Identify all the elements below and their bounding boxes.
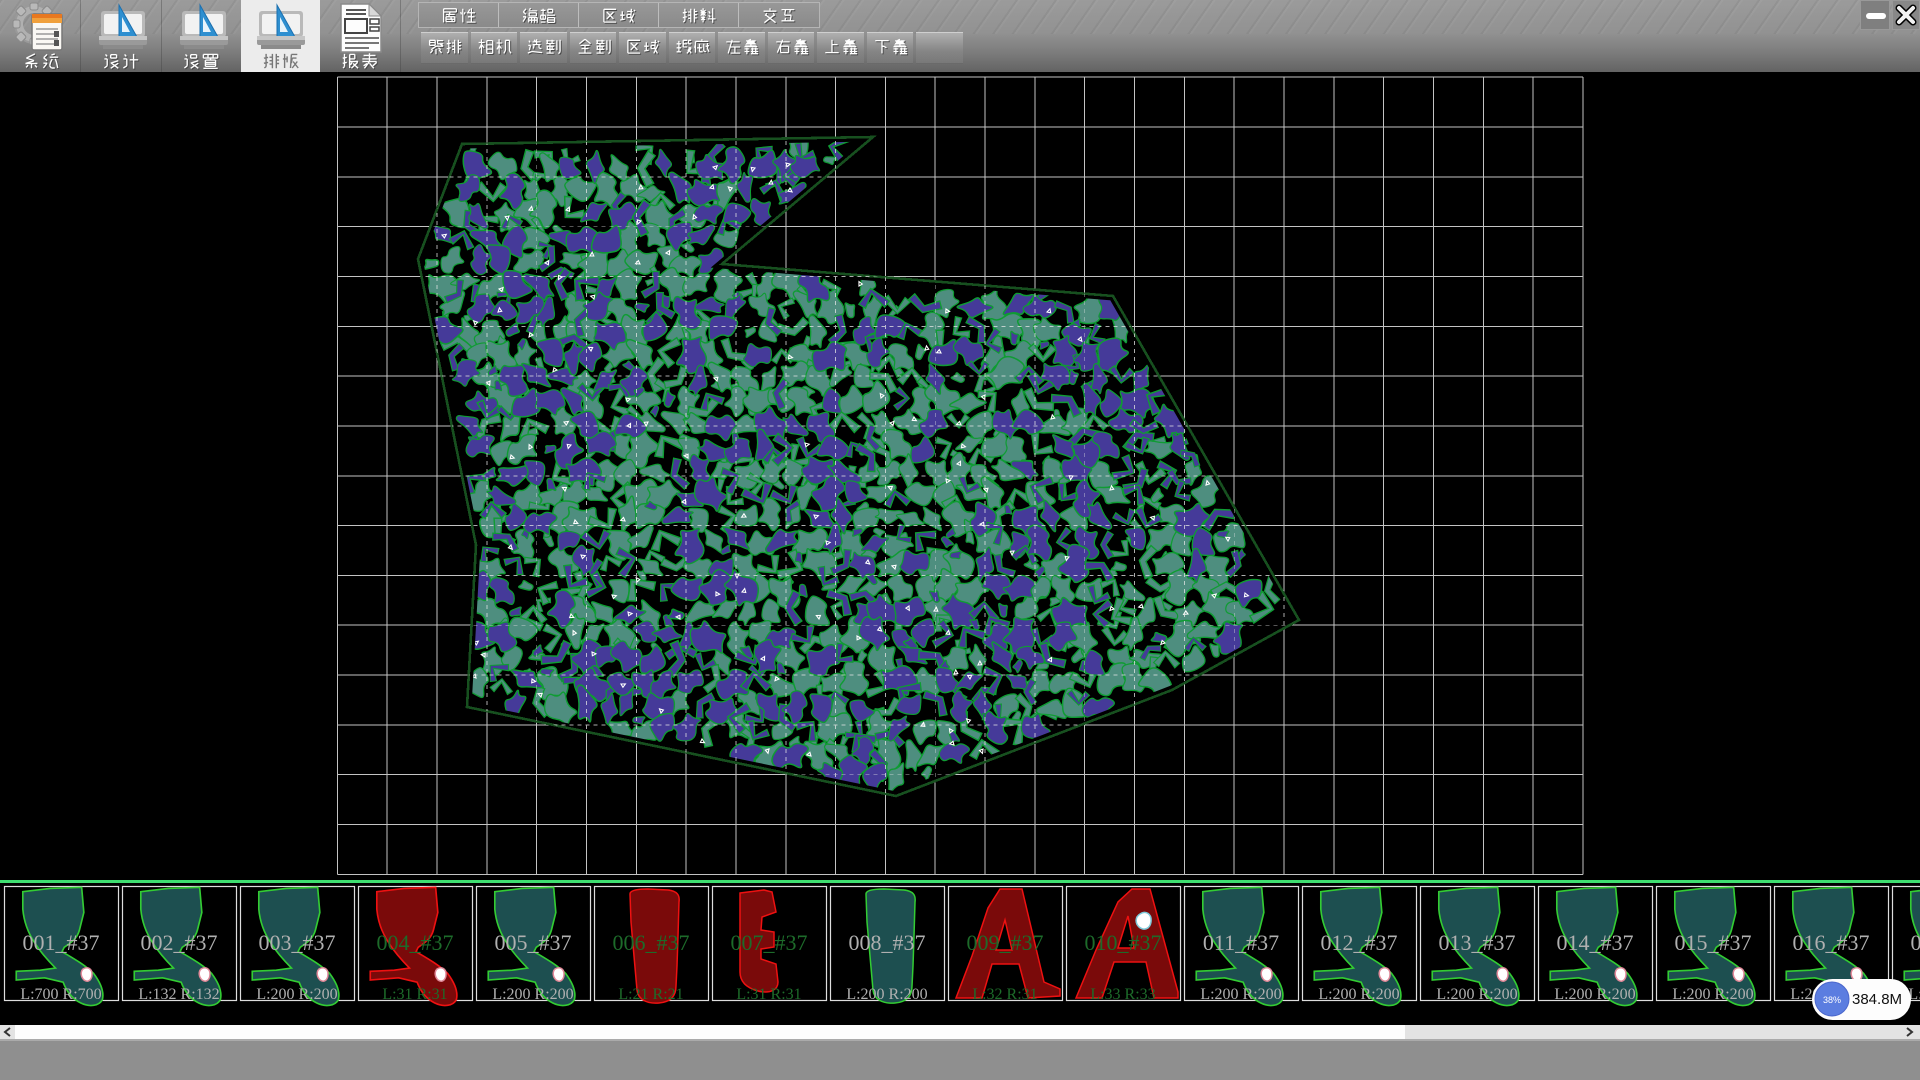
svg-text:L:700 R:700: L:700 R:700	[20, 986, 101, 1003]
svg-text:002_#37: 002_#37	[141, 930, 218, 955]
svg-text:003_#37: 003_#37	[259, 930, 336, 955]
svg-text:014_#37: 014_#37	[1557, 930, 1634, 955]
svg-text:L:32 R:31: L:32 R:31	[972, 986, 1037, 1003]
svg-text:017_#37: 017_#37	[1911, 930, 1920, 955]
svg-text:007_#37: 007_#37	[731, 930, 808, 955]
svg-text:001_#37: 001_#37	[23, 930, 100, 955]
svg-text:38%: 38%	[1823, 995, 1841, 1005]
svg-text:L:200 R:200: L:200 R:200	[1200, 986, 1281, 1003]
svg-text:L:200 R:200: L:200 R:200	[1672, 986, 1753, 1003]
svg-text:006_#37: 006_#37	[613, 930, 690, 955]
svg-text:012_#37: 012_#37	[1321, 930, 1398, 955]
svg-text:L:33 R:33: L:33 R:33	[1090, 986, 1155, 1003]
svg-text:384.8M: 384.8M	[1852, 991, 1902, 1008]
svg-text:L:200 R:200: L:200 R:200	[256, 986, 337, 1003]
svg-text:015_#37: 015_#37	[1675, 930, 1752, 955]
svg-text:008_#37: 008_#37	[849, 930, 926, 955]
svg-text:L:200 R:200: L:200 R:200	[846, 986, 927, 1003]
svg-text:L:200 R:200: L:200 R:200	[492, 986, 573, 1003]
svg-text:L:200 R:200: L:200 R:200	[1436, 986, 1517, 1003]
svg-text:004_#37: 004_#37	[377, 930, 454, 955]
svg-text:L:31 R:31: L:31 R:31	[382, 986, 447, 1003]
svg-text:010_#37: 010_#37	[1085, 930, 1162, 955]
svg-text:L:21 R:21: L:21 R:21	[618, 986, 683, 1003]
svg-text:013_#37: 013_#37	[1439, 930, 1516, 955]
svg-text:016_#37: 016_#37	[1793, 930, 1870, 955]
svg-text:L:31 R:31: L:31 R:31	[736, 986, 801, 1003]
svg-text:009_#37: 009_#37	[967, 930, 1044, 955]
svg-text:L:132 R:132: L:132 R:132	[138, 986, 219, 1003]
svg-text:L:200 R:200: L:200 R:200	[1318, 986, 1399, 1003]
svg-text:011_#37: 011_#37	[1203, 930, 1279, 955]
svg-text:005_#37: 005_#37	[495, 930, 572, 955]
svg-text:L:200 R:200: L:200 R:200	[1554, 986, 1635, 1003]
